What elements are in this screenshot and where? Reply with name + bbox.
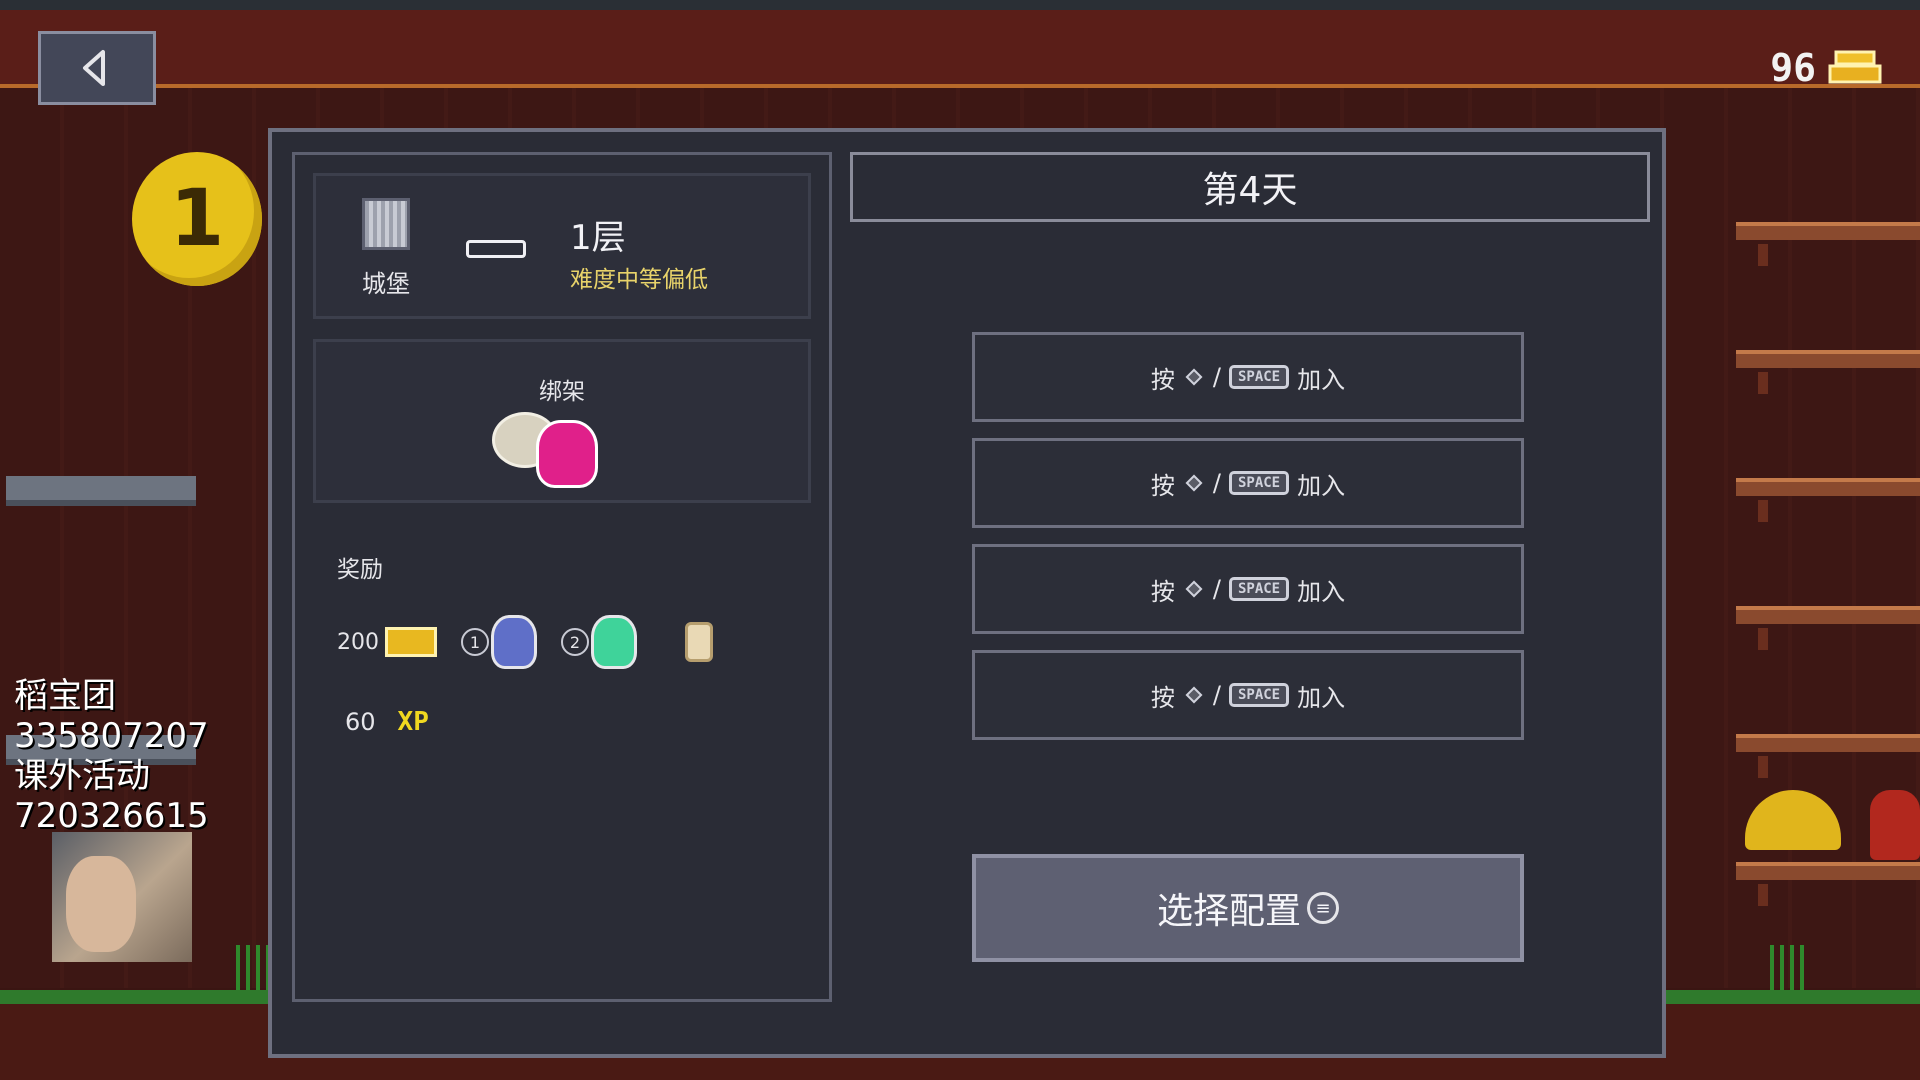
wooden-shelf xyxy=(1736,862,1920,906)
gold-counter: 96 xyxy=(1770,46,1884,90)
player-join-slot[interactable]: 按 / SPACE 加入 xyxy=(972,332,1524,422)
overlay-line: 课外活动 xyxy=(14,756,150,796)
grass-tuft xyxy=(1770,945,1810,990)
rewards-row: 200 1 2 xyxy=(337,615,713,669)
join-separator: / xyxy=(1212,681,1221,709)
back-arrow-icon xyxy=(83,50,105,86)
top-backdrop xyxy=(0,0,1920,88)
streamer-face xyxy=(66,856,136,952)
select-config-button[interactable]: 选择配置 ≡ xyxy=(972,854,1524,962)
location-label: 城堡 xyxy=(362,270,410,298)
player-join-slot[interactable]: 按 / SPACE 加入 xyxy=(972,650,1524,740)
menu-button-icon: ≡ xyxy=(1307,892,1339,924)
mission-type-label: 绑架 xyxy=(539,379,585,405)
wooden-shelf xyxy=(1736,606,1920,650)
join-prefix: 按 xyxy=(1150,577,1175,606)
join-suffix: 加入 xyxy=(1297,365,1346,394)
space-key-icon: SPACE xyxy=(1228,577,1290,601)
join-prefix: 按 xyxy=(1150,683,1175,712)
join-suffix: 加入 xyxy=(1297,683,1346,712)
space-key-icon: SPACE xyxy=(1228,683,1290,707)
join-separator: / xyxy=(1212,469,1221,497)
wooden-shelf xyxy=(1736,734,1920,778)
level-coin: 1 xyxy=(132,152,262,286)
gamepad-button-icon xyxy=(1183,366,1205,388)
floor-label: 1层 xyxy=(570,218,626,258)
kidnapper-sprite xyxy=(536,420,598,488)
space-key-icon: SPACE xyxy=(1228,471,1290,495)
green-character-icon xyxy=(591,615,637,669)
player-join-slot[interactable]: 按 / SPACE 加入 xyxy=(972,544,1524,634)
red-sack xyxy=(1870,790,1920,860)
scroll-icon xyxy=(685,622,713,662)
castle-icon xyxy=(362,198,410,250)
wooden-shelf xyxy=(1736,350,1920,394)
config-button-label: 选择配置 xyxy=(1156,891,1301,932)
join-separator: / xyxy=(1212,575,1221,603)
join-suffix: 加入 xyxy=(1297,471,1346,500)
gold-bar-icon xyxy=(1828,50,1882,84)
gamepad-button-icon xyxy=(1183,578,1205,600)
join-prefix: 按 xyxy=(1150,471,1175,500)
xp-label: XP xyxy=(397,707,429,737)
difficulty-label: 难度中等偏低 xyxy=(570,267,708,293)
rewards-label: 奖励 xyxy=(337,557,383,583)
overlay-line: 335807207 xyxy=(14,716,209,756)
overlay-line: 720326615 xyxy=(14,796,209,836)
space-key-icon: SPACE xyxy=(1228,365,1290,389)
join-separator: / xyxy=(1212,363,1221,391)
reward-badge: 1 xyxy=(461,628,489,656)
back-button[interactable] xyxy=(38,31,156,105)
overlay-line: 稻宝团 xyxy=(14,676,116,716)
join-prefix: 按 xyxy=(1150,365,1175,394)
location: 城堡 xyxy=(356,198,416,299)
mission-info-panel: 城堡 1层 难度中等偏低 绑架 奖励 200 1 2 60 XP xyxy=(292,152,832,1002)
wooden-shelf xyxy=(1736,478,1920,522)
join-suffix: 加入 xyxy=(1297,577,1346,606)
webcam-feed xyxy=(52,832,192,962)
mission-type-box: 绑架 xyxy=(313,339,811,503)
wooden-shelf xyxy=(1736,222,1920,266)
gamepad-button-icon xyxy=(1183,472,1205,494)
floor-bar-icon xyxy=(466,240,526,258)
level-info-box: 城堡 1层 难度中等偏低 xyxy=(313,173,811,319)
reward-xp-amount: 60 xyxy=(345,708,376,736)
reward-badge: 2 xyxy=(561,628,589,656)
day-title: 第4天 xyxy=(850,152,1650,222)
stone-ledge xyxy=(6,476,196,506)
mission-lobby-modal: 城堡 1层 难度中等偏低 绑架 奖励 200 1 2 60 XP 第4天 按 /… xyxy=(268,128,1666,1058)
gold-amount: 96 xyxy=(1770,46,1816,90)
blue-character-icon xyxy=(491,615,537,669)
stream-overlay-text: 稻宝团 335807207 课外活动 720326615 xyxy=(14,676,209,836)
player-join-slot[interactable]: 按 / SPACE 加入 xyxy=(972,438,1524,528)
xp-reward-row: 60 XP xyxy=(345,707,429,737)
gold-bar-icon xyxy=(385,627,437,657)
gamepad-button-icon xyxy=(1183,684,1205,706)
reward-gold-amount: 200 xyxy=(337,629,379,655)
